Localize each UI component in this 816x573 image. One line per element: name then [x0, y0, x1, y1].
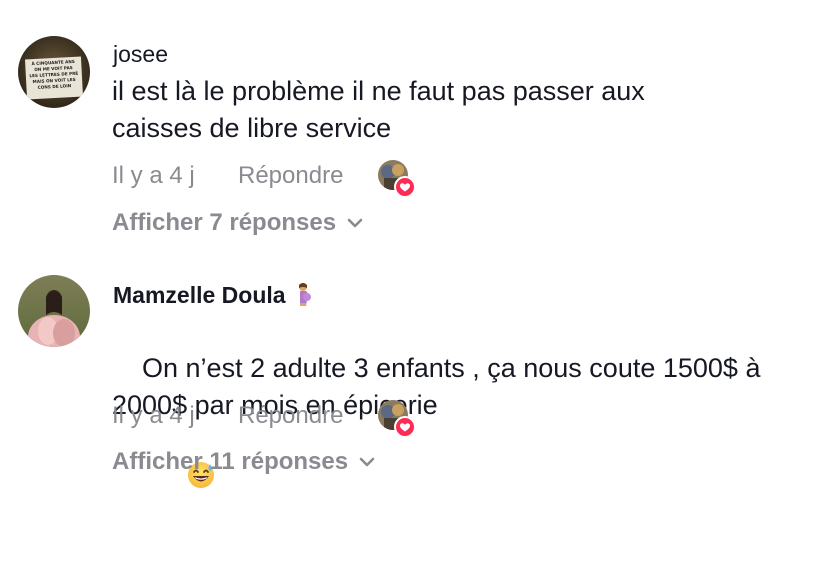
view-replies-button[interactable]: Afficher 11 réponses	[112, 447, 376, 477]
comment-text: On n’est 2 adulte 3 enfants , ça nous co…	[112, 313, 802, 573]
view-replies-label: Afficher 11 réponses	[112, 448, 349, 475]
comment-timestamp: Il y a 4 j	[112, 162, 195, 189]
comment-timestamp: Il y a 4 j	[112, 402, 195, 429]
chevron-down-icon	[358, 456, 376, 468]
chevron-down-icon	[346, 217, 364, 229]
liked-by-creator-badge	[378, 160, 416, 198]
avatar[interactable]	[18, 275, 90, 347]
reply-button[interactable]: Répondre	[238, 161, 343, 191]
comment-text-body: On n’est 2 adulte 3 enfants , ça nous co…	[112, 353, 768, 420]
comment-username[interactable]: josee	[113, 40, 168, 68]
grinning-sweat-emoji-icon	[142, 424, 215, 536]
reply-button[interactable]: Répondre	[238, 401, 343, 431]
liked-by-creator-badge	[378, 400, 416, 438]
comment-item: Mamzelle Doula On n’est 2 adulte 3 enfan…	[0, 250, 816, 488]
comment-text: il est là le problème il ne faut pas pas…	[112, 76, 653, 143]
heart-icon	[394, 176, 416, 198]
comment-item: À CINQUANTE ANS ON ME VOIT PAS LES LETTR…	[0, 0, 816, 250]
username-text: Mamzelle Doula	[113, 282, 286, 308]
view-replies-button[interactable]: Afficher 7 réponses	[112, 208, 364, 238]
pregnant-woman-emoji-icon	[292, 282, 314, 312]
avatar[interactable]: À CINQUANTE ANS ON ME VOIT PAS LES LETTR…	[18, 36, 90, 108]
heart-icon	[394, 416, 416, 438]
view-replies-label: Afficher 7 réponses	[112, 209, 337, 236]
comment-username[interactable]: Mamzelle Doula	[113, 281, 314, 312]
